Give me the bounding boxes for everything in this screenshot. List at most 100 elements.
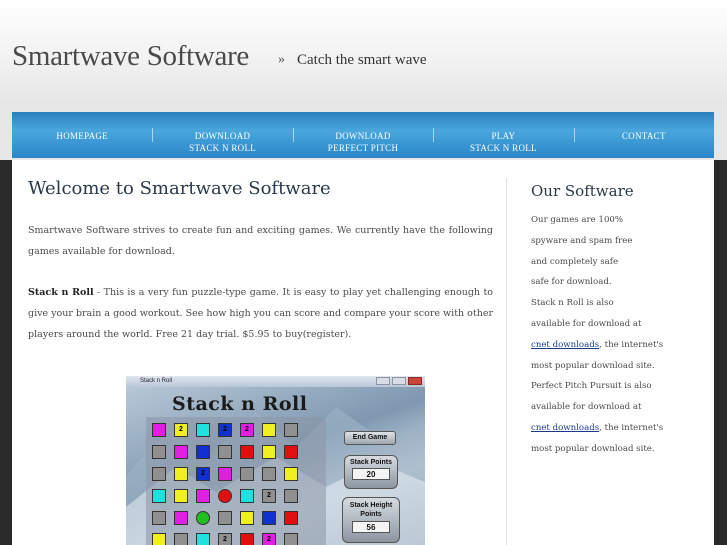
- nav-label: CONTACT: [621, 131, 666, 141]
- game-screenshot: Stack n Roll Stack n Roll 2222222 End Ga…: [126, 376, 425, 545]
- sidebar-line: Stack n Roll is also: [531, 298, 614, 309]
- nav-play-stack-n-roll[interactable]: PLAY STACK N ROLL: [433, 112, 573, 158]
- board-tile: [152, 467, 166, 481]
- nav-label-sub: STACK N ROLL: [189, 143, 257, 153]
- intro-paragraph: Smartwave Software strives to create fun…: [28, 225, 493, 257]
- board-tile: 2: [262, 533, 276, 545]
- board-tile: [284, 423, 298, 437]
- stack-height-value: 56: [352, 521, 390, 533]
- sidebar-line-tail: , the internet's: [599, 422, 664, 433]
- sidebar-line: available for download at: [531, 318, 642, 329]
- board-tile: [174, 445, 188, 459]
- board-tile: [174, 533, 188, 545]
- ball-piece: [218, 489, 232, 503]
- board-tile: [174, 489, 188, 503]
- sidebar-line: Our games are 100%: [531, 215, 624, 225]
- ball-piece: [196, 511, 210, 525]
- screenshot-titlebar: Stack n Roll: [126, 376, 425, 387]
- stack-height-label: Stack Height: [349, 502, 393, 509]
- board-tile: [196, 489, 210, 503]
- stack-height-panel: Stack Height Points 56: [342, 497, 400, 543]
- close-icon: [408, 377, 422, 385]
- board-tile: [152, 533, 166, 545]
- board-tile: [240, 445, 254, 459]
- board-tile: [240, 511, 254, 525]
- board-tile: 2: [240, 423, 254, 437]
- board-tile: [218, 467, 232, 481]
- sidebar-line: most popular download site.: [531, 360, 655, 371]
- main-nav: HOMEPAGE DOWNLOAD STACK N ROLL DOWNLOAD …: [12, 112, 714, 158]
- nav-download-perfect-pitch[interactable]: DOWNLOAD PERFECT PITCH: [292, 112, 433, 158]
- cnet-downloads-link[interactable]: cnet downloads: [531, 340, 599, 350]
- board-tile: [240, 467, 254, 481]
- board-tile: [152, 423, 166, 437]
- board-tile: [218, 511, 232, 525]
- game-dash: -: [93, 287, 104, 298]
- stack-points-panel: Stack Points 20: [344, 455, 398, 489]
- end-game-button: End Game: [344, 431, 396, 445]
- board-tile: 2: [174, 423, 188, 437]
- board-tile: [196, 423, 210, 437]
- board-tile: [174, 467, 188, 481]
- content-area: Welcome to Smartwave Software Smartwave …: [12, 160, 714, 545]
- board-tile: [152, 445, 166, 459]
- board-tile: [262, 511, 276, 525]
- board-tile: 2: [196, 467, 210, 481]
- stack-height-label-2: Points: [360, 511, 382, 518]
- board-tile: [240, 489, 254, 503]
- sidebar-line: and completely safe: [531, 256, 619, 267]
- window-controls: [376, 377, 422, 385]
- page-title: Welcome to Smartwave Software: [28, 178, 331, 199]
- game-board: 2222222: [146, 417, 326, 545]
- board-tile: [152, 511, 166, 525]
- sidebar-line: spyware and spam free: [531, 235, 633, 246]
- board-tile: [262, 445, 276, 459]
- board-tile: [284, 511, 298, 525]
- board-tile: [284, 467, 298, 481]
- game-logo: Stack n Roll: [172, 393, 308, 415]
- nav-contact[interactable]: CONTACT: [573, 112, 714, 158]
- nav-label-sub: PERFECT PITCH: [327, 143, 399, 153]
- sidebar-line: safe for download.: [531, 277, 612, 288]
- board-tile: [284, 533, 298, 545]
- board-tile: [262, 423, 276, 437]
- nav-label-sub: STACK N ROLL: [469, 143, 537, 153]
- stack-points-value: 20: [352, 468, 390, 480]
- screenshot-body: Stack n Roll 2222222 End Game Stack Poin…: [126, 387, 425, 545]
- sidebar-line: cnet downloads, the internet's: [531, 418, 711, 439]
- board-tile: 2: [218, 533, 232, 545]
- nav-download-stack-n-roll[interactable]: DOWNLOAD STACK N ROLL: [152, 112, 292, 158]
- cnet-downloads-link-2[interactable]: cnet downloads: [531, 423, 599, 433]
- screenshot-window-title: Stack n Roll: [140, 378, 173, 384]
- sidebar-line: cnet downloads, the internet's: [531, 335, 711, 356]
- board-tile: 2: [218, 423, 232, 437]
- stack-points-label: Stack Points: [349, 459, 392, 466]
- header: Smartwave Software » Catch the smart wav…: [0, 0, 727, 104]
- nav-label: HOMEPAGE: [56, 131, 108, 141]
- game-name: Stack n Roll: [28, 287, 94, 298]
- nav-label: DOWNLOAD: [194, 131, 251, 141]
- sidebar-line: available for download at: [531, 402, 642, 413]
- board-tile: [240, 533, 254, 545]
- sidebar-line-tail: , the internet's: [599, 339, 664, 350]
- nav-homepage[interactable]: HOMEPAGE: [12, 112, 152, 158]
- tagline: Catch the smart wave: [297, 52, 427, 68]
- sidebar-line: most popular download site.: [531, 443, 655, 454]
- sidebar-title: Our Software: [531, 182, 634, 200]
- title-separator: »: [278, 52, 285, 67]
- board-tile: [262, 467, 276, 481]
- board-tile: [284, 445, 298, 459]
- maximize-icon: [392, 377, 406, 385]
- board-tile: [196, 445, 210, 459]
- board-tile: [196, 533, 210, 545]
- site-title[interactable]: Smartwave Software: [12, 40, 249, 73]
- board-tile: [174, 511, 188, 525]
- nav-label: PLAY: [491, 131, 516, 141]
- board-tile: [284, 489, 298, 503]
- board-tile: 2: [262, 489, 276, 503]
- sidebar-line: Perfect Pitch Pursuit is also: [531, 381, 652, 392]
- nav-label: DOWNLOAD: [335, 131, 391, 141]
- sidebar-text: Our games are 100% spyware and spam free…: [531, 210, 711, 460]
- board-tile: [152, 489, 166, 503]
- game-description: Stack n Roll - This is a very fun puzzle…: [28, 282, 493, 345]
